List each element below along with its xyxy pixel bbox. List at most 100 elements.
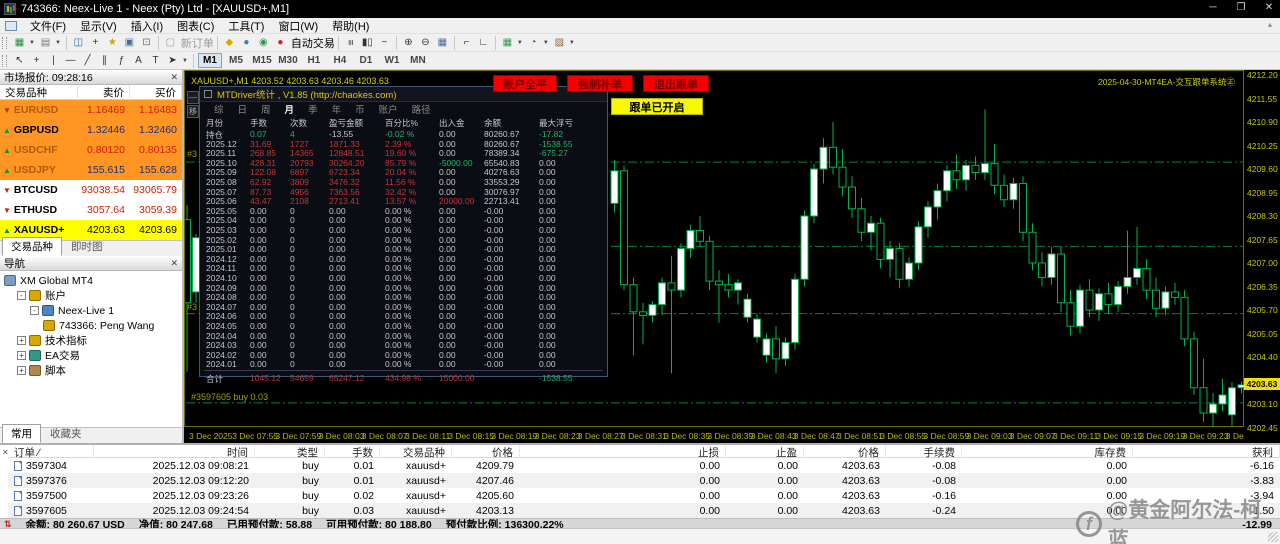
autotrading-icon[interactable]: ● [272,35,289,51]
profiles-icon[interactable]: ▤ [37,35,54,51]
metaeditor-icon[interactable]: ◆ [221,35,238,51]
timeframe-w1-button[interactable]: W1 [380,53,404,68]
menu-item-4[interactable]: 工具(T) [221,17,271,35]
exit-copy-button[interactable]: 退出跟单 [643,75,709,92]
autotrading-icon-label[interactable]: 自动交易 [291,35,335,51]
navigator-tab-收藏夹[interactable]: 收藏夹 [41,424,91,443]
market-watch-row-usdchf[interactable]: ▲USDCHF0.801200.80135 [0,140,182,160]
stats-tab-综[interactable]: 综 [214,102,224,116]
nav-item-accounts[interactable]: -账户 [0,288,182,303]
expand-icon[interactable]: + [17,336,26,345]
bar-chart-icon[interactable]: ≡ [342,35,359,51]
timeframe-mn-button[interactable]: MN [406,53,430,68]
new-chart-icon-dropdown-icon[interactable]: ▼ [29,40,35,46]
stats-overlay-panel[interactable]: MTDriver统计 , V1.85 (http://chaokes.com) … [199,86,608,377]
indicators-icon-dropdown-icon[interactable]: ▼ [517,40,523,46]
market-watch-row-gbpusd[interactable]: ▲GBPUSD1.324461.32460 [0,120,182,140]
stats-tab-币[interactable]: 币 [355,102,365,116]
web-icon[interactable]: ◉ [255,35,272,51]
panel-move-button[interactable]: 移 [187,105,199,118]
templates-icon[interactable]: ▨ [551,35,568,51]
timeframe-m30-button[interactable]: M30 [276,53,300,68]
timeframe-m1-button[interactable]: M1 [198,53,222,68]
trendline-icon[interactable]: ╱ [79,53,96,69]
data-window-icon[interactable]: + [87,35,104,51]
stats-tab-周[interactable]: 周 [261,102,271,116]
nav-item-experts[interactable]: +EA交易 [0,348,182,363]
label-icon[interactable]: T [147,53,164,69]
menu-item-1[interactable]: 显示(V) [73,17,124,35]
text-icon[interactable]: A [130,53,147,69]
order-row-3597304[interactable]: 35973042025.12.03 09:08:21buy0.01xauusd+… [8,458,1280,473]
timeframe-h4-button[interactable]: H4 [328,53,352,68]
nav-item-platform[interactable]: XM Global MT4 [0,273,182,288]
candlestick-icon[interactable]: ▮▯ [359,35,376,51]
restore-button[interactable]: ❐ [1234,2,1248,13]
chart-window-icon[interactable] [5,21,17,31]
timeframe-d1-button[interactable]: D1 [354,53,378,68]
shapes-icon-dropdown-icon[interactable]: ▼ [182,58,188,64]
periods-icon[interactable]: ◔ [525,35,542,51]
zoom-out-icon[interactable]: ⊖ [417,35,434,51]
chart-area[interactable]: #3597605 buy 0.03#3#3 XAUUSD+,M1 4203.52… [184,70,1280,443]
new-order-icon-label[interactable]: 新订单 [181,35,214,51]
new-order-icon[interactable]: ▢ [162,35,179,51]
order-row-3597376[interactable]: 35973762025.12.03 09:12:20buy0.01xauusd+… [8,473,1280,488]
stats-tab-月[interactable]: 月 [285,102,295,116]
toolbar-collapse-icon[interactable]: ▴ [1268,20,1274,29]
close-button[interactable]: ✕ [1262,2,1276,13]
timeframe-m15-button[interactable]: M15 [250,53,274,68]
nav-item-indicators-group[interactable]: +技术指标 [0,333,182,348]
menu-item-3[interactable]: 图表(C) [170,17,221,35]
profiles-icon-dropdown-icon[interactable]: ▼ [55,40,61,46]
toolbar-drag-handle[interactable] [2,55,7,67]
stats-tab-季[interactable]: 季 [308,102,318,116]
stats-tab-日[interactable]: 日 [238,102,248,116]
cursor-icon[interactable]: ↖ [11,53,28,69]
stats-tab-路径[interactable]: 路径 [412,102,431,116]
timeframe-m5-button[interactable]: M5 [224,53,248,68]
navigator-close-icon[interactable]: ✕ [170,258,178,269]
indicators-list-icon[interactable]: ⌐ [458,35,475,51]
strategy-tester-icon[interactable]: ⊡ [138,35,155,51]
menu-item-2[interactable]: 插入(I) [124,17,170,35]
shapes-icon[interactable]: ➤ [164,53,181,69]
crosshair-icon[interactable]: + [28,53,45,69]
copy-status-button[interactable]: 跟单已开启 [611,98,703,115]
market-watch-row-eurusd[interactable]: ▼EURUSD1.164691.16483 [0,100,182,120]
menu-item-5[interactable]: 窗口(W) [271,17,325,35]
market-watch-close-icon[interactable]: ✕ [170,72,178,83]
market-watch-icon[interactable]: ◫ [70,35,87,51]
nav-item-scripts[interactable]: +脚本 [0,363,182,378]
fibonacci-icon[interactable]: ƒ [113,53,130,69]
community-icon[interactable]: ● [238,35,255,51]
market-watch-row-ethusd[interactable]: ▼ETHUSD3057.643059.39 [0,200,182,220]
templates-icon-dropdown-icon[interactable]: ▼ [569,40,575,46]
stats-tab-年[interactable]: 年 [332,102,342,116]
toolbar-drag-handle[interactable] [2,37,7,49]
terminal-icon[interactable]: ▣ [121,35,138,51]
collapse-icon[interactable]: - [17,291,26,300]
zoom-in-icon[interactable]: ⊕ [400,35,417,51]
force-fill-button[interactable]: 强制补单 [567,75,633,92]
objects-list-icon[interactable]: ∟ [475,35,492,51]
menu-item-0[interactable]: 文件(F) [23,17,73,35]
tile-windows-icon[interactable]: ▦ [434,35,451,51]
collapse-icon[interactable]: - [30,306,39,315]
minimize-button[interactable]: ─ [1206,2,1220,13]
nav-item-server[interactable]: -Neex-Live 1 [0,303,182,318]
channel-icon[interactable]: ∥ [96,53,113,69]
expand-icon[interactable]: + [17,351,26,360]
nav-item-account[interactable]: 743366: Peng Wang [0,318,182,333]
panel-minimize-button[interactable]: — [187,91,199,104]
line-chart-icon[interactable]: ~ [376,35,393,51]
close-all-button[interactable]: 账户全平 [493,75,557,92]
periods-icon-dropdown-icon[interactable]: ▼ [543,40,549,46]
menu-item-6[interactable]: 帮助(H) [325,17,376,35]
navigator-tab-常用[interactable]: 常用 [2,424,41,443]
market-watch-row-btcusd[interactable]: ▼BTCUSD93038.5493065.79 [0,180,182,200]
navigator-icon[interactable]: ★ [104,35,121,51]
market-watch-tab-交易品种[interactable]: 交易品种 [2,237,62,256]
expand-icon[interactable]: + [17,366,26,375]
market-watch-row-usdjpy[interactable]: ▲USDJPY155.615155.628 [0,160,182,180]
